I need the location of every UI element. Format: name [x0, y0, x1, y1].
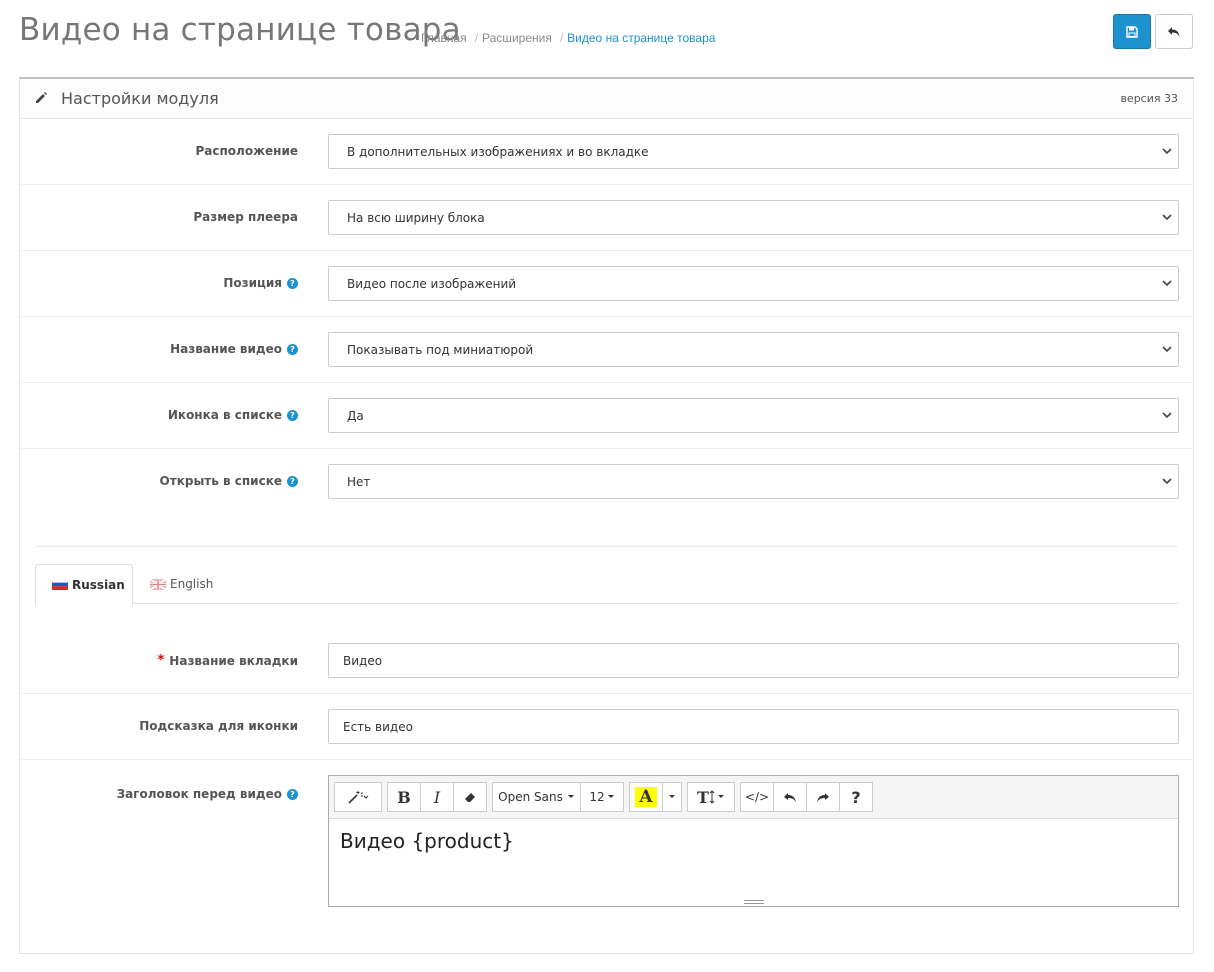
- resize-handle[interactable]: [744, 900, 764, 904]
- question-circle-icon[interactable]: ?: [287, 409, 298, 421]
- russia-flag-icon: [52, 579, 68, 590]
- select-value: Показывать под миниатюрой: [347, 343, 534, 357]
- setting-row-video-name: Название видео? Показывать под миниатюро…: [20, 317, 1193, 383]
- video-name-select[interactable]: Показывать под миниатюрой: [328, 332, 1179, 367]
- setting-row-location: Расположение В дополнительных изображени…: [20, 119, 1193, 185]
- setting-row-player-size: Размер плеера На всю ширину блока: [20, 185, 1193, 251]
- save-icon: [1126, 25, 1138, 38]
- setting-label: Расположение: [195, 144, 299, 158]
- chevron-down-icon: [1162, 478, 1172, 485]
- code-view-button[interactable]: </>: [740, 782, 774, 812]
- undo-button[interactable]: [773, 782, 807, 812]
- magic-wand-icon: [348, 791, 369, 804]
- breadcrumb-separator: /: [559, 31, 564, 45]
- font-size-value: 12: [589, 790, 605, 804]
- setting-label: Иконка в списке?: [168, 408, 298, 422]
- editor-content[interactable]: Видео {product}: [329, 819, 1178, 853]
- tab-english[interactable]: English: [150, 564, 213, 604]
- text-color-dropdown[interactable]: [662, 782, 682, 812]
- panel-heading: Настройки модуля версия 33: [20, 79, 1193, 119]
- eraser-icon: [465, 793, 475, 802]
- panel-title: Настройки модуля: [61, 89, 219, 108]
- text-color-button[interactable]: A: [629, 782, 663, 812]
- page-title: Видео на странице товара: [19, 12, 461, 48]
- breadcrumb-extensions[interactable]: Расширения: [482, 31, 552, 45]
- location-select[interactable]: В дополнительных изображениях и во вклад…: [328, 134, 1179, 169]
- setting-row-open-in-list: Открыть в списке? Нет: [20, 449, 1193, 515]
- line-height-letter: T: [697, 787, 709, 807]
- required-asterisk: *: [157, 653, 165, 668]
- uk-flag-icon: [150, 578, 166, 590]
- field-row-tab-name: * Название вкладки Видео: [20, 628, 1193, 694]
- breadcrumb-current[interactable]: Видео на странице товара: [567, 31, 715, 45]
- vertical-arrows-icon: [709, 790, 715, 804]
- breadcrumb-home[interactable]: Главная: [421, 31, 467, 45]
- breadcrumb: Главная / Расширения / Видео на странице…: [421, 31, 715, 45]
- tab-name-input[interactable]: Видео: [328, 643, 1179, 678]
- caret-down-icon: [607, 795, 614, 798]
- eraser-button[interactable]: [453, 782, 487, 812]
- caret-down-icon: [669, 795, 675, 798]
- back-button[interactable]: [1155, 14, 1193, 49]
- redo-button[interactable]: [806, 782, 840, 812]
- chevron-down-icon: [1162, 412, 1172, 419]
- select-value: Видео после изображений: [347, 277, 517, 291]
- caret-down-icon: [567, 795, 574, 798]
- page-header: Видео на странице товара Главная / Расши…: [0, 0, 1214, 70]
- icon-hint-input[interactable]: Есть видео: [328, 709, 1179, 744]
- font-size-dropdown[interactable]: 12: [580, 782, 624, 812]
- font-family-dropdown[interactable]: Open Sans: [492, 782, 581, 812]
- chevron-down-icon: [1162, 148, 1172, 155]
- font-family-value: Open Sans: [498, 790, 563, 804]
- field-label: Подсказка для иконки: [139, 719, 298, 733]
- field-row-icon-hint: Подсказка для иконки Есть видео: [20, 694, 1193, 760]
- field-row-header-before-video: Заголовок перед видео? B I Open Sans 12 …: [20, 760, 1193, 930]
- help-button[interactable]: ?: [839, 782, 873, 812]
- language-tabs: Russian English: [35, 564, 1178, 605]
- line-height-dropdown[interactable]: T: [687, 782, 735, 812]
- setting-label: Название видео?: [170, 342, 298, 356]
- style-button[interactable]: [334, 782, 382, 812]
- rich-text-editor: B I Open Sans 12 A T </> ? Видео {produc…: [328, 775, 1179, 907]
- bold-button[interactable]: B: [387, 782, 421, 812]
- reply-icon: [1168, 26, 1180, 37]
- question-circle-icon[interactable]: ?: [287, 277, 298, 289]
- chevron-down-icon: [1162, 346, 1172, 353]
- question-circle-icon[interactable]: ?: [287, 788, 298, 800]
- position-select[interactable]: Видео после изображений: [328, 266, 1179, 301]
- section-divider: [35, 546, 1178, 547]
- editor-toolbar: B I Open Sans 12 A T </> ?: [329, 776, 1178, 819]
- select-value: В дополнительных изображениях и во вклад…: [347, 145, 649, 159]
- redo-icon: [817, 793, 829, 802]
- tab-label: Russian: [72, 577, 125, 592]
- select-value: На всю ширину блока: [347, 211, 485, 225]
- undo-icon: [784, 793, 796, 802]
- list-icon-select[interactable]: Да: [328, 398, 1179, 433]
- setting-label: Позиция?: [223, 276, 298, 290]
- tab-russian[interactable]: Russian: [35, 564, 133, 605]
- select-value: Нет: [347, 475, 371, 489]
- chevron-down-icon: [1162, 280, 1172, 287]
- color-letter: A: [635, 787, 657, 807]
- setting-row-position: Позиция? Видео после изображений: [20, 251, 1193, 317]
- italic-button[interactable]: I: [420, 782, 454, 812]
- module-settings-panel: Настройки модуля версия 33 Расположение …: [19, 77, 1194, 954]
- setting-label: Размер плеера: [193, 210, 298, 224]
- save-button[interactable]: [1113, 14, 1151, 49]
- field-label: * Название вкладки: [157, 653, 298, 668]
- select-value: Да: [347, 409, 364, 423]
- question-circle-icon[interactable]: ?: [287, 343, 298, 355]
- chevron-down-icon: [1162, 214, 1172, 221]
- version-label: версия 33: [1120, 92, 1178, 105]
- question-circle-icon[interactable]: ?: [287, 475, 298, 487]
- pencil-icon: [36, 92, 47, 103]
- caret-down-icon: [717, 795, 724, 798]
- tab-label: English: [170, 577, 214, 591]
- breadcrumb-separator: /: [474, 31, 479, 45]
- player-size-select[interactable]: На всю ширину блока: [328, 200, 1179, 235]
- setting-row-list-icon: Иконка в списке? Да: [20, 383, 1193, 449]
- setting-label: Открыть в списке?: [160, 474, 298, 488]
- field-label: Заголовок перед видео?: [117, 787, 298, 801]
- open-in-list-select[interactable]: Нет: [328, 464, 1179, 499]
